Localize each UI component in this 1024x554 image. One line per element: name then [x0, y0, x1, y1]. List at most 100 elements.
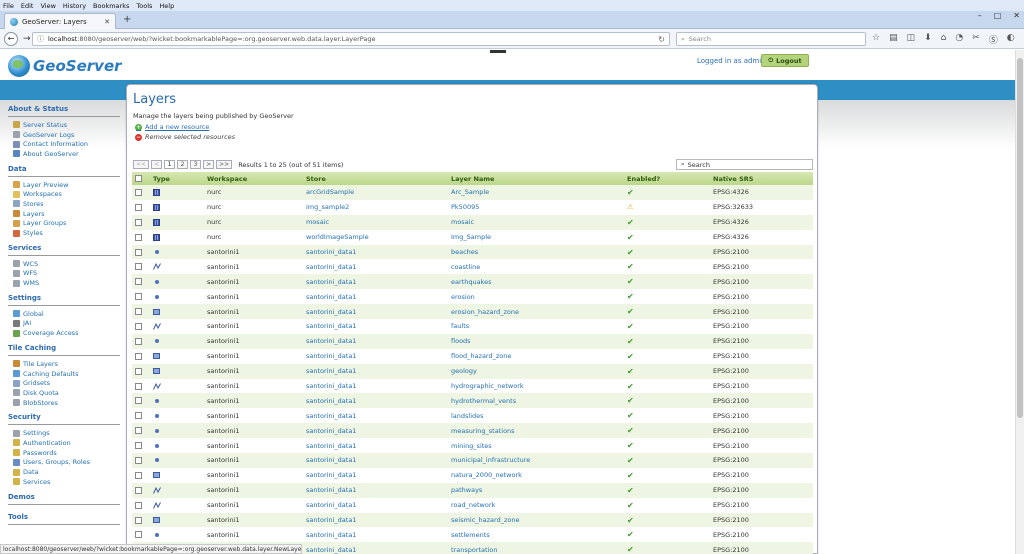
column-header-workspace[interactable]: Workspace	[204, 172, 303, 185]
menu-item-bookmarks[interactable]: Bookmarks	[93, 2, 129, 10]
sidebar-item-server-status[interactable]: Server Status	[8, 120, 120, 130]
store-link[interactable]: santorini_data1	[303, 393, 448, 409]
store-link[interactable]: santorini_data1	[303, 319, 448, 334]
row-checkbox[interactable]	[135, 516, 142, 524]
sidebar-item-workspaces[interactable]: Workspaces	[8, 189, 120, 199]
store-link[interactable]: worldImageSample	[303, 229, 448, 245]
layer-name-link[interactable]: mining_sites	[448, 438, 624, 454]
store-link[interactable]: arcGridSample	[303, 185, 448, 200]
sidebar-link-demos[interactable]: Demos	[8, 493, 120, 505]
sidebar-item-authentication[interactable]: Authentication	[8, 438, 120, 448]
store-link[interactable]: santorini_data1	[303, 274, 448, 290]
row-checkbox[interactable]	[135, 203, 142, 211]
url-text[interactable]: localhost:8080/geoserver/web/?wicket:boo…	[48, 35, 654, 43]
sidebar-item-coverage-access[interactable]: Coverage Access	[8, 328, 120, 338]
pager-page-1[interactable]: 1	[164, 160, 176, 169]
layer-name-link[interactable]: measuring_stations	[448, 423, 624, 439]
layer-name-link[interactable]: beaches	[448, 244, 624, 260]
store-link[interactable]: mosaic	[303, 214, 448, 230]
addon-icon[interactable]: ◐	[1007, 33, 1015, 46]
sidebar-item-stores[interactable]: Stores	[8, 199, 120, 209]
page-scrollbar[interactable]	[1015, 50, 1024, 554]
pager-next-button[interactable]: >	[203, 160, 215, 169]
sidebar-item-about-geoserver[interactable]: About GeoServer	[8, 149, 120, 159]
store-link[interactable]: santorini_data1	[303, 363, 448, 379]
store-link[interactable]: santorini_data1	[303, 304, 448, 320]
row-checkbox[interactable]	[135, 456, 142, 464]
layer-name-link[interactable]: Pk50095	[448, 199, 624, 215]
pocket-icon[interactable]: ◫	[907, 33, 916, 46]
scrollbar-thumb[interactable]	[1017, 58, 1023, 418]
row-checkbox[interactable]	[135, 188, 142, 196]
layer-name-link[interactable]: geology	[448, 363, 624, 379]
menu-item-edit[interactable]: Edit	[21, 2, 34, 10]
layer-name-link[interactable]: coastline	[448, 259, 624, 275]
pager-prev-button[interactable]: <	[151, 160, 163, 169]
logout-button[interactable]: ⏻ Logout	[761, 54, 809, 67]
sidebar-item-users-groups-roles[interactable]: Users, Groups, Roles	[8, 458, 120, 468]
column-header-enabled[interactable]: Enabled?	[624, 172, 710, 185]
layer-name-link[interactable]: Img_Sample	[448, 229, 624, 245]
sidebar-item-layer-preview[interactable]: Layer Preview	[8, 180, 120, 190]
menu-item-tools[interactable]: Tools	[136, 2, 152, 10]
browser-search-field[interactable]: ⌕ Search	[676, 32, 866, 46]
column-header-store[interactable]: Store	[303, 172, 448, 185]
screenshot-icon[interactable]: ✂	[972, 33, 980, 46]
sidebar-item-gridsets[interactable]: Gridsets	[8, 378, 120, 388]
layer-name-link[interactable]: faults	[448, 319, 624, 334]
store-link[interactable]: santorini_data1	[303, 542, 448, 554]
sidebar-item-wms[interactable]: WMS	[8, 278, 120, 288]
close-window-icon[interactable]: ✕	[1013, 11, 1020, 20]
row-checkbox[interactable]	[135, 322, 142, 330]
sidebar-item-contact-information[interactable]: Contact Information	[8, 139, 120, 149]
sidebar-item-caching-defaults[interactable]: Caching Defaults	[8, 369, 120, 379]
store-link[interactable]: santorini_data1	[303, 408, 448, 424]
home-icon[interactable]: ⌂	[941, 33, 947, 46]
sidebar-item-blobstores[interactable]: BlobStores	[8, 398, 120, 408]
pager-page-2[interactable]: 2	[177, 160, 189, 169]
store-link[interactable]: santorini_data1	[303, 378, 448, 394]
layer-name-link[interactable]: hydrographic_network	[448, 378, 624, 394]
sidebar-item-disk-quota[interactable]: Disk Quota	[8, 388, 120, 398]
layer-name-link[interactable]: Arc_Sample	[448, 185, 624, 200]
store-link[interactable]: santorini_data1	[303, 438, 448, 454]
minimize-icon[interactable]: –	[978, 11, 982, 20]
sidebar-item-styles[interactable]: Styles	[8, 228, 120, 238]
browser-tab-active[interactable]: GeoServer: Layers ✕	[4, 13, 116, 29]
site-info-icon[interactable]: ⓘ	[37, 34, 44, 44]
new-tab-button[interactable]: +	[123, 14, 131, 25]
row-checkbox[interactable]	[135, 367, 142, 375]
download-icon[interactable]: ⬇	[924, 33, 932, 46]
reload-icon[interactable]: ↻	[658, 35, 665, 44]
url-bar[interactable]: ⓘ localhost:8080/geoserver/web/?wicket:b…	[32, 32, 670, 46]
row-checkbox[interactable]	[135, 263, 142, 271]
reading-list-icon[interactable]: ▤	[889, 33, 898, 46]
add-resource-link[interactable]: + Add a new resource	[135, 123, 209, 131]
layer-name-link[interactable]: natura_2000_network	[448, 467, 624, 483]
column-header-native-srs[interactable]: Native SRS	[710, 172, 813, 185]
row-checkbox[interactable]	[135, 352, 142, 360]
layer-name-link[interactable]: settlements	[448, 527, 624, 543]
forward-button[interactable]: →	[23, 34, 31, 44]
sidebar-item-tile-layers[interactable]: Tile Layers	[8, 359, 120, 369]
row-checkbox[interactable]	[135, 382, 142, 390]
store-link[interactable]: santorini_data1	[303, 512, 448, 528]
layer-name-link[interactable]: floods	[448, 333, 624, 349]
sidebar-item-global[interactable]: Global	[8, 309, 120, 319]
bookmark-star-icon[interactable]: ☆	[872, 33, 880, 46]
row-checkbox[interactable]	[135, 248, 142, 256]
row-checkbox[interactable]	[135, 486, 142, 494]
geoserver-logo[interactable]: GeoServer	[8, 55, 122, 77]
row-checkbox[interactable]	[135, 412, 142, 420]
layer-name-link[interactable]: erosion	[448, 289, 624, 305]
layer-name-link[interactable]: mosaic	[448, 214, 624, 230]
sidebar-item-services[interactable]: Services	[8, 477, 120, 487]
layer-name-link[interactable]: landslides	[448, 408, 624, 424]
row-checkbox[interactable]	[135, 308, 142, 316]
select-all-checkbox[interactable]	[135, 175, 142, 182]
layer-name-link[interactable]: municipal_infrastructure	[448, 453, 624, 468]
layer-name-link[interactable]: earthquakes	[448, 274, 624, 290]
store-link[interactable]: santorini_data1	[303, 527, 448, 543]
pager-page-3[interactable]: 3	[190, 160, 202, 169]
sidebar-item-layer-groups[interactable]: Layer Groups	[8, 219, 120, 229]
